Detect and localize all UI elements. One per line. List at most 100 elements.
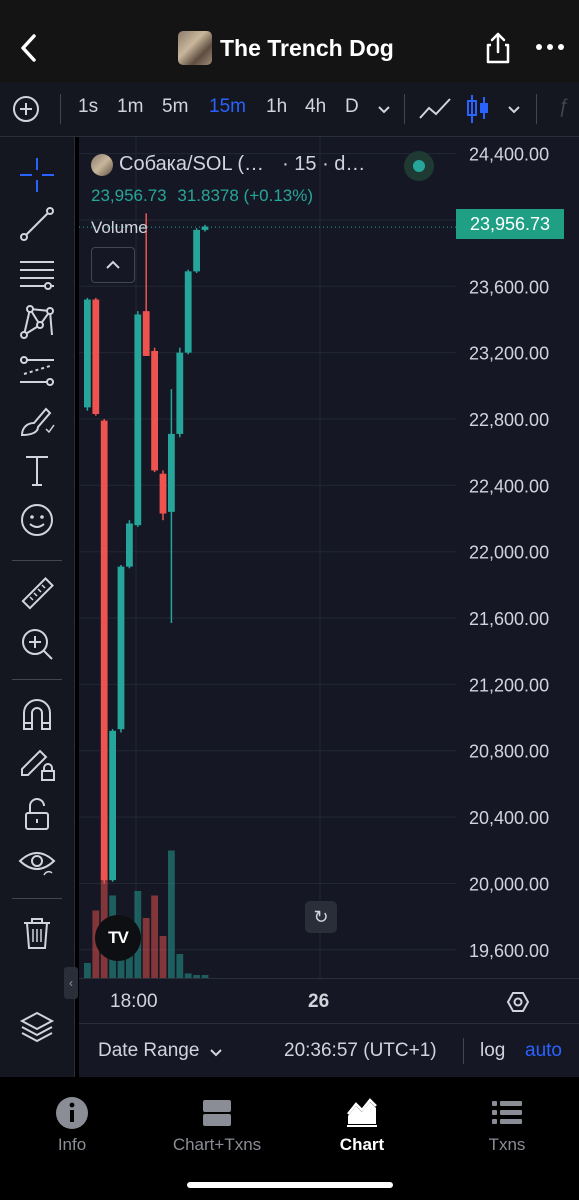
price-tick-label: 22,000.00	[469, 543, 549, 563]
more-options-icon[interactable]	[536, 44, 564, 50]
legend-symbol: Собака/SOL (…	[119, 153, 265, 175]
candle-body	[151, 350, 158, 471]
volume-bar	[176, 954, 184, 978]
interval-4h[interactable]: 4h	[305, 96, 326, 118]
price-tick-label: 20,400.00	[469, 808, 549, 828]
toolbar-divider	[60, 94, 61, 124]
log-scale-toggle[interactable]: log	[480, 1040, 505, 1062]
tab-info[interactable]: Info	[12, 1095, 132, 1155]
volume-label: Volume	[91, 218, 148, 237]
crosshair-icon[interactable]	[18, 156, 56, 194]
volume-bar	[168, 850, 175, 978]
volume-bar	[159, 936, 167, 978]
tradingview-logo[interactable]: TV	[95, 915, 141, 961]
chart-panel[interactable]: 24,400.0024,000.0023,600.0023,200.0022,8…	[79, 137, 579, 1077]
toolbar-divider	[404, 94, 405, 124]
price-tick-label: 23,600.00	[469, 277, 549, 297]
lock-drawing-icon[interactable]	[18, 745, 56, 783]
home-indicator	[187, 1182, 393, 1188]
share-icon[interactable]	[483, 30, 513, 66]
tab-label: Chart	[339, 1135, 385, 1154]
candles-chart-type-icon[interactable]	[465, 93, 491, 125]
tab-label: Chart+Txns	[172, 1135, 262, 1154]
time-label: 26	[308, 991, 330, 1012]
line-chart-type-icon[interactable]	[418, 96, 452, 122]
horizontal-lines-icon[interactable]	[18, 254, 56, 292]
pattern-icon[interactable]	[18, 303, 56, 341]
add-indicator-icon[interactable]	[12, 95, 40, 123]
zoom-in-icon[interactable]	[18, 625, 56, 663]
candle-body	[159, 473, 167, 514]
tab-label: Info	[57, 1135, 87, 1154]
brush-icon[interactable]	[18, 401, 56, 439]
candle-body	[193, 229, 200, 272]
indicators-fx-icon[interactable]: ƒ	[558, 96, 569, 118]
tab-chart[interactable]: Chart	[302, 1095, 422, 1155]
footer-divider	[463, 1038, 464, 1064]
candle-body	[84, 299, 91, 408]
ruler-icon[interactable]	[18, 575, 56, 613]
candle-body	[100, 420, 108, 881]
interval-1h[interactable]: 1h	[266, 96, 287, 118]
interval-15m[interactable]: 15m	[209, 96, 246, 118]
price-tick-label: 23,200.00	[469, 344, 549, 364]
trend-line-icon[interactable]	[18, 205, 56, 243]
toolbar-divider	[536, 94, 537, 124]
legend-price: 23,956.73	[91, 186, 167, 205]
candle-body	[134, 314, 142, 526]
market-status-indicator[interactable]	[404, 151, 434, 181]
toolbar-divider	[12, 898, 62, 899]
collapse-toolbar-handle[interactable]: ‹	[64, 967, 78, 999]
legend-interval: · 15 · d…	[282, 153, 366, 175]
settings-icon[interactable]	[505, 989, 531, 1015]
bottom-tab-bar: Info Chart+Txns Chart Txns	[0, 1077, 579, 1200]
trash-icon[interactable]	[18, 914, 56, 952]
auto-scale-toggle[interactable]: auto	[525, 1040, 562, 1062]
price-tick-label: 22,400.00	[469, 476, 549, 496]
interval-5m[interactable]: 5m	[162, 96, 188, 118]
legend-change: 31.8378 (+0.13%)	[177, 186, 314, 205]
chevron-down-icon[interactable]	[506, 104, 522, 116]
candle-body	[92, 299, 100, 415]
chevron-down-icon[interactable]	[209, 1048, 223, 1058]
time-axis[interactable]: 18:00 26	[79, 978, 579, 1024]
candlestick-chart[interactable]: 24,400.0024,000.0023,600.0023,200.0022,8…	[79, 137, 579, 978]
price-tick-label: 19,600.00	[469, 941, 549, 961]
layers-icon[interactable]	[18, 1009, 56, 1047]
eye-icon[interactable]	[18, 843, 56, 881]
price-tick-label: 21,200.00	[469, 675, 549, 695]
toolbar-divider	[12, 560, 62, 561]
candle-body	[184, 271, 192, 353]
chart-legend: Собака/SOL (… · 15 · d…	[91, 153, 365, 176]
split-view-icon	[203, 1100, 231, 1126]
tab-chart-txns[interactable]: Chart+Txns	[157, 1095, 277, 1155]
prediction-icon[interactable]	[18, 352, 56, 390]
legend-values: 23,956.73 31.8378 (+0.13%)	[91, 186, 313, 206]
candle-body	[126, 523, 133, 567]
interval-1m[interactable]: 1m	[117, 96, 143, 118]
emoji-icon[interactable]	[18, 501, 56, 539]
interval-1s[interactable]: 1s	[78, 96, 98, 118]
last-price-badge: 23,956.73	[456, 209, 564, 239]
chart-footer: Date Range 20:36:57 (UTC+1) log auto	[79, 1023, 579, 1078]
back-arrow-icon[interactable]	[14, 30, 44, 66]
volume-bar	[142, 918, 150, 978]
candle-body	[117, 566, 125, 730]
magnet-icon[interactable]	[18, 695, 56, 733]
chevron-down-icon[interactable]	[376, 104, 392, 116]
drawing-toolbar	[0, 137, 75, 1077]
page-title: The Trench Dog	[220, 34, 394, 61]
volume-bar	[84, 963, 91, 978]
reset-chart-icon[interactable]: ↻	[305, 901, 337, 933]
candle-body	[168, 433, 175, 512]
header-title-group: The Trench Dog	[178, 30, 394, 66]
interval-d[interactable]: D	[345, 96, 359, 118]
app-header: The Trench Dog	[0, 0, 579, 82]
chevron-up-icon	[106, 260, 120, 269]
unlock-icon[interactable]	[18, 795, 56, 833]
text-tool-icon[interactable]	[18, 451, 56, 489]
tab-txns[interactable]: Txns	[447, 1095, 567, 1155]
timezone-clock[interactable]: 20:36:57 (UTC+1)	[284, 1040, 437, 1062]
date-range-button[interactable]: Date Range	[98, 1040, 199, 1062]
collapse-legend-button[interactable]	[91, 247, 135, 283]
